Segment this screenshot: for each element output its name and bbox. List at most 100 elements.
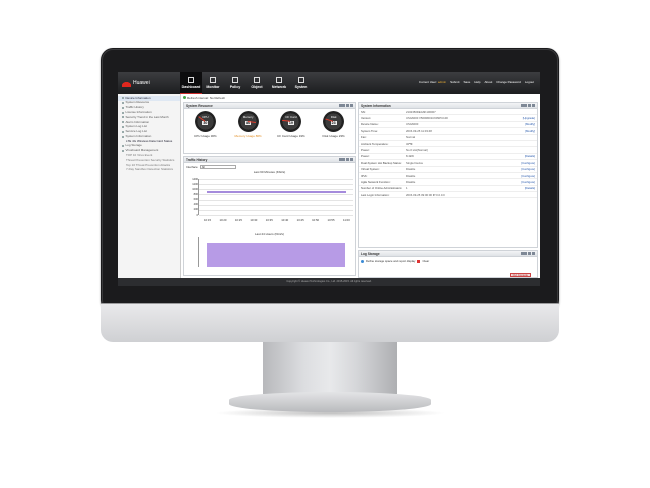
refresh-icon[interactable] xyxy=(338,104,342,107)
nav-object[interactable]: Object xyxy=(246,72,268,94)
refresh-icon[interactable] xyxy=(183,96,186,99)
main-nav: Dashboard Monitor Policy Object Network … xyxy=(180,72,312,94)
panel-title: System Information xyxy=(361,103,391,108)
gauge-caption: CF Card Usage 19% xyxy=(277,134,305,138)
info-label: Dual-System Hot Backup Status: xyxy=(361,160,402,165)
current-user: admin xyxy=(437,80,447,84)
collapse-icon[interactable] xyxy=(528,252,532,255)
help-link[interactable]: Help xyxy=(474,80,480,84)
log-actions: Define storage space and report display … xyxy=(359,257,537,265)
info-action-link[interactable]: [Modify] xyxy=(525,122,535,126)
sidebar: Device Information System Resource Traff… xyxy=(118,94,181,278)
info-action-link[interactable]: [Configure] xyxy=(521,174,535,178)
page-body: Device Information System Resource Traff… xyxy=(118,94,540,278)
nav-system[interactable]: System xyxy=(290,72,312,94)
close-icon[interactable] xyxy=(350,104,353,107)
policy-icon xyxy=(232,77,238,83)
sidebar-item-sandbox[interactable]: 7-Day Sandbox Detection Statistics xyxy=(118,168,180,173)
info-label: Power: xyxy=(361,148,370,153)
info-action-link[interactable]: [Configure] xyxy=(521,180,535,184)
x-tick-label: 11:00 xyxy=(343,218,350,222)
grid-line xyxy=(199,179,353,180)
gauge-label: Disk xyxy=(330,115,337,119)
info-value: No.0 slot[Normal] xyxy=(406,148,428,153)
submit-link[interactable]: Submit xyxy=(450,80,459,84)
chart2-title: Last 24 Hours (Kbit/s) xyxy=(254,232,284,236)
info-label: System Time: xyxy=(361,128,378,133)
brand-logo[interactable]: Huawei xyxy=(122,79,180,87)
brand-name: Huawei xyxy=(133,80,150,86)
monitor-stand-base xyxy=(229,392,431,412)
x-tick-label: 10:45 xyxy=(296,218,304,222)
disk-gauge: Disk 23 Disk Usage 23% xyxy=(314,111,354,138)
nav-label: Object xyxy=(251,85,263,89)
y-tick-label: 800 xyxy=(193,192,198,196)
x-tick-label: 10:55 xyxy=(327,218,335,222)
info-action-link[interactable]: [Configure] xyxy=(521,167,535,171)
close-icon[interactable] xyxy=(532,104,535,107)
info-value: USG6000 V500R001C60SPC100 xyxy=(406,116,448,121)
info-value: Disable xyxy=(406,167,416,172)
x-tick-label: 10:25 xyxy=(234,218,242,222)
close-icon[interactable] xyxy=(350,158,353,161)
y-tick-label: 400 xyxy=(193,203,198,207)
interface-select[interactable]: All xyxy=(199,165,236,169)
item-icon xyxy=(122,130,124,133)
monitor-icon xyxy=(210,77,216,83)
refresh-label: Refresh interval: xyxy=(187,95,209,100)
logout-link[interactable]: Logout xyxy=(525,80,534,84)
gauge-label: CPU xyxy=(202,115,209,119)
nav-network[interactable]: Network xyxy=(268,72,290,94)
gauge-needle xyxy=(282,120,291,122)
settings-icon[interactable] xyxy=(342,104,346,107)
grid-line xyxy=(199,189,353,191)
info-value: 2102350DEG6K100007 xyxy=(406,109,436,114)
define-storage-link[interactable]: Define storage space and report display xyxy=(366,259,415,263)
cli-console-button[interactable]: CLI Console xyxy=(509,273,531,277)
define-storage-icon xyxy=(361,259,364,263)
collapse-icon[interactable] xyxy=(528,104,532,107)
traffic-24h-chart xyxy=(198,237,353,267)
sidebar-item-label: 7-Day Sandbox Detection Statistics xyxy=(126,167,174,172)
refresh-icon[interactable] xyxy=(520,104,524,107)
refresh-icon[interactable] xyxy=(338,158,342,161)
info-row: Last Login Information: 2015-09-25 09:00:… xyxy=(359,192,537,199)
nav-policy[interactable]: Policy xyxy=(224,72,246,94)
settings-icon[interactable] xyxy=(524,104,528,107)
info-label: Fan: xyxy=(361,135,367,140)
system-information-panel: System Information SN: 2102350DEG6K100007… xyxy=(358,102,538,248)
info-action-link[interactable]: [Details] xyxy=(525,154,535,158)
x-tick-label: 10:20 xyxy=(219,218,227,222)
settings-icon[interactable] xyxy=(342,158,346,161)
about-link[interactable]: About xyxy=(484,80,492,84)
y-tick-label: 200 xyxy=(193,208,198,212)
info-value: 2015-09-25 09:00:00 IP:0.0.0.0 xyxy=(406,192,445,197)
top-bar: Huawei Dashboard Monitor Policy Object N… xyxy=(118,72,540,94)
nav-dashboard[interactable]: Dashboard xyxy=(180,72,202,94)
close-icon[interactable] xyxy=(532,252,535,255)
log-storage-panel: Log Storage Define storage space and rep… xyxy=(358,250,538,278)
clear-button[interactable]: Clear xyxy=(422,259,429,263)
interface-row: Interface All xyxy=(184,163,355,169)
info-action-link[interactable]: [Modify] xyxy=(525,129,535,133)
info-action-link[interactable]: [Upgrade] xyxy=(523,116,535,120)
settings-icon[interactable] xyxy=(524,252,528,255)
gauge-dial: CPU 30 xyxy=(194,111,216,132)
info-action-link[interactable]: [Configure] xyxy=(521,161,535,165)
y-tick-label: 600 xyxy=(193,198,198,202)
info-value: USG6000 xyxy=(406,122,419,127)
user-toolbar: Current User: admin Submit Save Help Abo… xyxy=(419,80,534,84)
change-password-link[interactable]: Change Password xyxy=(496,80,521,84)
cpu-gauge: CPU 30 CPU Usage 30% xyxy=(185,111,225,138)
collapse-icon[interactable] xyxy=(346,158,350,161)
item-icon xyxy=(122,135,124,138)
save-link[interactable]: Save xyxy=(463,80,470,84)
info-action-link[interactable]: [Details] xyxy=(525,186,535,190)
nav-monitor[interactable]: Monitor xyxy=(202,72,224,94)
collapse-icon[interactable] xyxy=(346,104,350,107)
refresh-icon[interactable] xyxy=(520,252,524,255)
grid-line xyxy=(199,184,353,186)
info-value: Normal xyxy=(406,135,416,140)
panel-title: Traffic History xyxy=(186,157,208,162)
refresh-value[interactable]: No Refresh xyxy=(210,96,225,100)
